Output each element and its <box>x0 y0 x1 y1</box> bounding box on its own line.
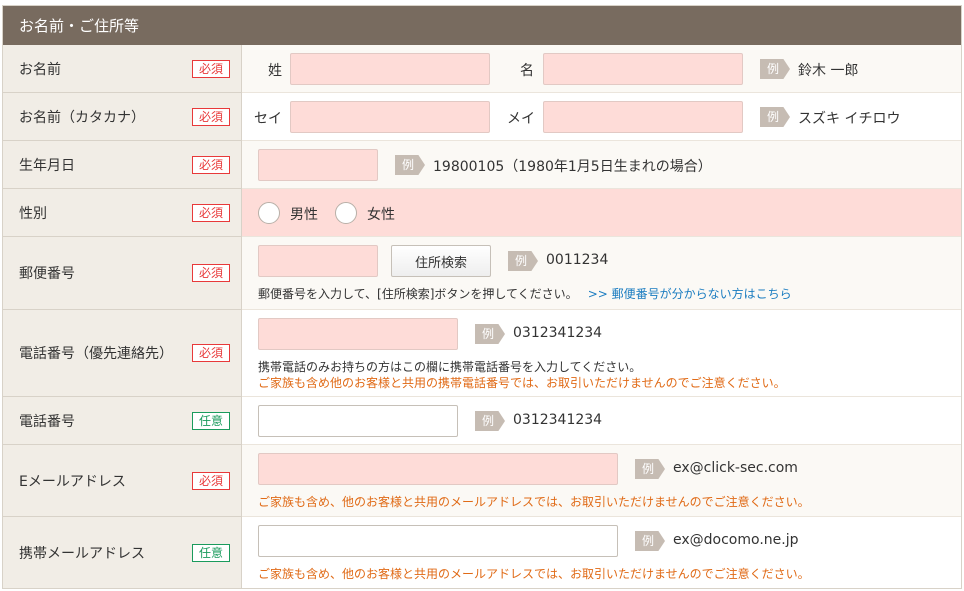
field-label-phone-primary: 電話番号（優先連絡先） <box>19 346 173 362</box>
required-badge: 必須 <box>192 59 230 78</box>
mobile-email-input[interactable] <box>258 525 618 557</box>
example-tag: 例 <box>760 107 790 127</box>
radio-female[interactable] <box>335 202 357 224</box>
row-postal: 郵便番号 必須 住所検索 例 0011234 郵便番号を入力して、[住所検索]ボ… <box>3 237 961 310</box>
row-mobile-email: 携帯メールアドレス 任意 例 ex@docomo.ne.jp ご家族も含め、他の… <box>3 517 961 588</box>
required-badge: 必須 <box>192 203 230 222</box>
section-header: お名前・ご住所等 <box>3 6 961 45</box>
optional-badge: 任意 <box>192 411 230 430</box>
row-content: 住所検索 例 0011234 郵便番号を入力して、[住所検索]ボタンを押してくだ… <box>242 237 961 310</box>
row-label: Eメールアドレス 必須 <box>3 445 242 517</box>
field-label-phone: 電話番号 <box>19 413 75 430</box>
required-badge: 必須 <box>192 344 230 362</box>
example-text: 0312341234 <box>513 325 603 341</box>
example-tag: 例 <box>760 59 790 79</box>
row-label: 電話番号 任意 <box>3 397 242 445</box>
last-kana-label: セイ <box>254 111 282 127</box>
row-content: 姓 名 例 鈴木 一郎 <box>242 45 961 93</box>
row-label: お名前（カタカナ） 必須 <box>3 93 242 141</box>
field-label-name: お名前 <box>19 61 61 78</box>
row-label: 携帯メールアドレス 任意 <box>3 517 242 588</box>
row-phone-primary: 電話番号（優先連絡先） 必須 例 0312341234 携帯電話のみお持ちの方は… <box>3 310 961 397</box>
required-badge: 必須 <box>192 107 230 126</box>
field-label-gender: 性別 <box>19 205 47 222</box>
phone-input[interactable] <box>258 405 458 437</box>
address-search-button[interactable]: 住所検索 <box>391 245 491 277</box>
first-name-label: 名 <box>520 63 534 79</box>
phone-primary-input[interactable] <box>258 318 458 350</box>
first-kana-label: メイ <box>507 111 535 127</box>
personal-info-form: お名前・ご住所等 お名前 必須 姓 名 例 鈴木 一郎 お名前（カタカナ） 必須… <box>2 5 962 589</box>
row-label: 性別 必須 <box>3 189 242 237</box>
optional-badge: 任意 <box>192 544 230 562</box>
row-phone: 電話番号 任意 例 0312341234 <box>3 397 961 445</box>
row-label: 郵便番号 必須 <box>3 237 242 310</box>
last-name-input[interactable] <box>290 53 490 85</box>
field-label-email: Eメールアドレス <box>19 473 126 490</box>
row-content: 男性 女性 <box>242 189 961 237</box>
radio-female-label[interactable]: 女性 <box>367 204 395 224</box>
example-text: 鈴木 一郎 <box>798 63 859 79</box>
mobile-email-warning: ご家族も含め、他のお客様と共用のメールアドレスでは、お取引いただけませんのでご注… <box>258 567 810 581</box>
row-content: 例 ex@click-sec.com ご家族も含め、他のお客様と共用のメールアド… <box>242 445 961 517</box>
phone-primary-note: 携帯電話のみお持ちの方はこの欄に携帯電話番号を入力してください。 <box>258 360 642 374</box>
example-tag: 例 <box>635 531 665 551</box>
row-kana: お名前（カタカナ） 必須 セイ メイ 例 スズキ イチロウ <box>3 93 961 141</box>
field-label-birthday: 生年月日 <box>19 157 75 174</box>
email-warning: ご家族も含め、他のお客様と共用のメールアドレスでは、お取引いただけませんのでご注… <box>258 495 810 509</box>
row-email: Eメールアドレス 必須 例 ex@click-sec.com ご家族も含め、他の… <box>3 445 961 517</box>
example-tag: 例 <box>635 459 665 479</box>
radio-male-label[interactable]: 男性 <box>290 204 318 224</box>
radio-male[interactable] <box>258 202 280 224</box>
required-badge: 必須 <box>192 264 230 282</box>
last-kana-input[interactable] <box>290 101 490 133</box>
example-tag: 例 <box>475 411 505 431</box>
row-content: セイ メイ 例 スズキ イチロウ <box>242 93 961 141</box>
row-label: 生年月日 必須 <box>3 141 242 189</box>
example-tag: 例 <box>508 251 538 271</box>
row-content: 例 19800105（1980年1月5日生まれの場合） <box>242 141 961 189</box>
field-label-postal: 郵便番号 <box>19 266 75 282</box>
example-text: 19800105（1980年1月5日生まれの場合） <box>433 159 712 175</box>
field-label-mobile-email: 携帯メールアドレス <box>19 546 145 562</box>
example-tag: 例 <box>475 324 505 344</box>
postal-note: 郵便番号を入力して、[住所検索]ボタンを押してください。 >> 郵便番号が分からな… <box>258 285 792 302</box>
row-gender: 性別 必須 男性 女性 <box>3 189 961 237</box>
postal-lookup-link[interactable]: >> 郵便番号が分からない方はこちら <box>588 287 792 301</box>
row-content: 例 0312341234 <box>242 397 961 445</box>
example-text: 0312341234 <box>513 412 603 428</box>
example-tag: 例 <box>395 155 425 175</box>
last-name-label: 姓 <box>268 63 282 79</box>
row-name: お名前 必須 姓 名 例 鈴木 一郎 <box>3 45 961 93</box>
email-input[interactable] <box>258 453 618 485</box>
birthday-input[interactable] <box>258 149 378 181</box>
example-text: スズキ イチロウ <box>798 111 901 127</box>
example-text: ex@click-sec.com <box>673 460 798 476</box>
required-badge: 必須 <box>192 155 230 174</box>
first-kana-input[interactable] <box>543 101 743 133</box>
example-text: ex@docomo.ne.jp <box>673 532 799 548</box>
required-badge: 必須 <box>192 471 230 490</box>
section-title: お名前・ご住所等 <box>19 17 140 35</box>
postal-note-text: 郵便番号を入力して、[住所検索]ボタンを押してください。 <box>258 287 578 301</box>
row-birthday: 生年月日 必須 例 19800105（1980年1月5日生まれの場合） <box>3 141 961 189</box>
first-name-input[interactable] <box>543 53 743 85</box>
row-label: 電話番号（優先連絡先） 必須 <box>3 310 242 397</box>
row-content: 例 0312341234 携帯電話のみお持ちの方はこの欄に携帯電話番号を入力して… <box>242 310 961 397</box>
row-content: 例 ex@docomo.ne.jp ご家族も含め、他のお客様と共用のメールアドレ… <box>242 517 961 588</box>
phone-primary-warning: ご家族も含め他のお客様と共用の携帯電話番号では、お取引いただけませんのでご注意く… <box>258 376 786 390</box>
example-text: 0011234 <box>546 252 609 268</box>
field-label-kana: お名前（カタカナ） <box>19 109 145 126</box>
postal-code-input[interactable] <box>258 245 378 277</box>
row-label: お名前 必須 <box>3 45 242 93</box>
